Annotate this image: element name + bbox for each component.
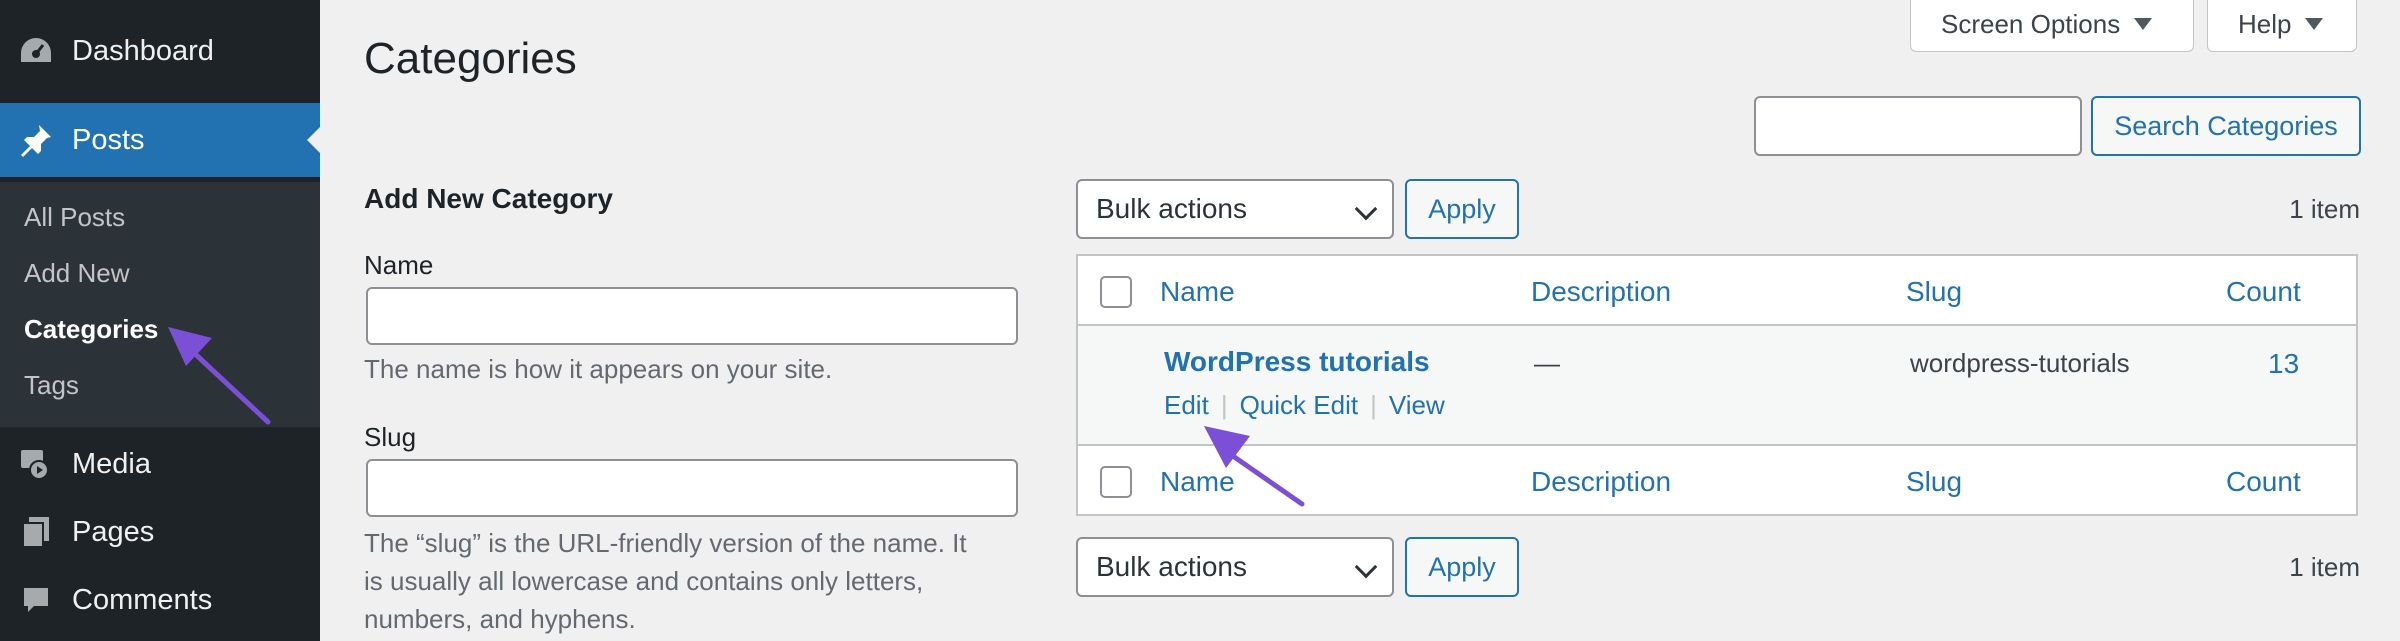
menu-item-media[interactable]: Media <box>0 430 320 498</box>
name-label: Name <box>364 250 434 280</box>
category-description: — <box>1534 348 1560 378</box>
add-new-category-heading: Add New Category <box>364 183 613 214</box>
media-icon <box>18 446 54 482</box>
menu-label-posts: Posts <box>72 123 145 156</box>
column-header-slug[interactable]: Slug <box>1906 276 1962 308</box>
chevron-down-icon <box>1354 197 1378 221</box>
apply-button-bottom[interactable]: Apply <box>1405 537 1519 597</box>
column-footer-name[interactable]: Name <box>1160 466 1235 498</box>
apply-button-top[interactable]: Apply <box>1405 179 1519 239</box>
bulk-actions-select-bottom[interactable]: Bulk actions <box>1076 537 1394 597</box>
comments-icon <box>18 582 54 618</box>
view-link[interactable]: View <box>1389 390 1445 421</box>
menu-label-dashboard: Dashboard <box>72 34 214 67</box>
categories-table: Name Description Slug Count WordPress tu… <box>1076 254 2358 516</box>
caret-down-icon <box>2305 18 2324 30</box>
search-categories-button[interactable]: Search Categories <box>2091 96 2361 156</box>
category-name-link[interactable]: WordPress tutorials <box>1164 346 1430 378</box>
column-header-count[interactable]: Count <box>2226 276 2301 308</box>
menu-item-dashboard[interactable]: Dashboard <box>0 17 320 85</box>
pin-icon <box>18 122 54 158</box>
bulk-actions-selected: Bulk actions <box>1096 551 1247 582</box>
menu-item-pages[interactable]: Pages <box>0 498 320 566</box>
slug-help-line: is usually all lowercase and contains on… <box>364 566 924 596</box>
slug-help-line: numbers, and hyphens. <box>364 604 636 634</box>
quick-edit-link[interactable]: Quick Edit <box>1240 390 1359 421</box>
search-categories-input[interactable] <box>1754 96 2082 156</box>
menu-label-media: Media <box>72 447 151 480</box>
caret-down-icon <box>2134 18 2153 30</box>
dashboard-icon <box>18 33 54 69</box>
pages-icon <box>18 514 54 550</box>
edit-link[interactable]: Edit <box>1164 390 1209 421</box>
submenu-all-posts[interactable]: All Posts <box>24 202 125 233</box>
bulk-actions-select-top[interactable]: Bulk actions <box>1076 179 1394 239</box>
submenu-categories[interactable]: Categories <box>24 314 158 345</box>
screen-options-label: Screen Options <box>1941 8 2121 39</box>
slug-help-text: The “slug” is the URL-friendly version o… <box>364 524 967 638</box>
name-help-text: The name is how it appears on your site. <box>364 354 833 384</box>
column-footer-count[interactable]: Count <box>2226 466 2301 498</box>
posts-submenu: All Posts Add New Categories Tags <box>0 182 320 427</box>
select-all-checkbox-footer[interactable] <box>1100 466 1132 498</box>
admin-sidebar: Dashboard Posts All Posts Add New Catego… <box>0 0 320 641</box>
table-row: WordPress tutorials Edit | Quick Edit | … <box>1078 326 2356 446</box>
slug-label: Slug <box>364 422 417 452</box>
help-button[interactable]: Help <box>2207 0 2357 52</box>
column-footer-slug[interactable]: Slug <box>1906 466 1962 498</box>
table-header: Name Description Slug Count <box>1078 256 2356 326</box>
items-count-bottom: 1 item <box>2289 552 2360 582</box>
page-title: Categories <box>364 34 577 83</box>
category-name-input[interactable] <box>366 287 1018 345</box>
separator: | <box>1370 390 1377 420</box>
column-header-name[interactable]: Name <box>1160 276 1235 308</box>
bulk-actions-selected: Bulk actions <box>1096 193 1247 224</box>
row-actions: Edit | Quick Edit | View <box>1164 390 1445 421</box>
column-footer-description[interactable]: Description <box>1531 466 1671 498</box>
menu-item-posts[interactable]: Posts <box>0 103 320 177</box>
submenu-tags[interactable]: Tags <box>24 370 79 401</box>
items-count-top: 1 item <box>2289 194 2360 224</box>
help-label: Help <box>2238 8 2292 39</box>
screen-options-button[interactable]: Screen Options <box>1910 0 2194 52</box>
select-all-checkbox[interactable] <box>1100 276 1132 308</box>
chevron-down-icon <box>1354 555 1378 579</box>
slug-help-line: The “slug” is the URL-friendly version o… <box>364 528 967 558</box>
menu-label-pages: Pages <box>72 515 155 548</box>
category-slug-input[interactable] <box>366 459 1018 517</box>
category-slug: wordpress-tutorials <box>1910 348 2130 378</box>
category-count-link[interactable]: 13 <box>2268 348 2299 380</box>
menu-label-comments: Comments <box>72 583 213 616</box>
separator: | <box>1220 390 1228 420</box>
table-footer: Name Description Slug Count <box>1078 444 2356 514</box>
submenu-add-new[interactable]: Add New <box>24 258 130 289</box>
column-header-description[interactable]: Description <box>1531 276 1671 308</box>
menu-item-comments[interactable]: Comments <box>0 566 320 634</box>
